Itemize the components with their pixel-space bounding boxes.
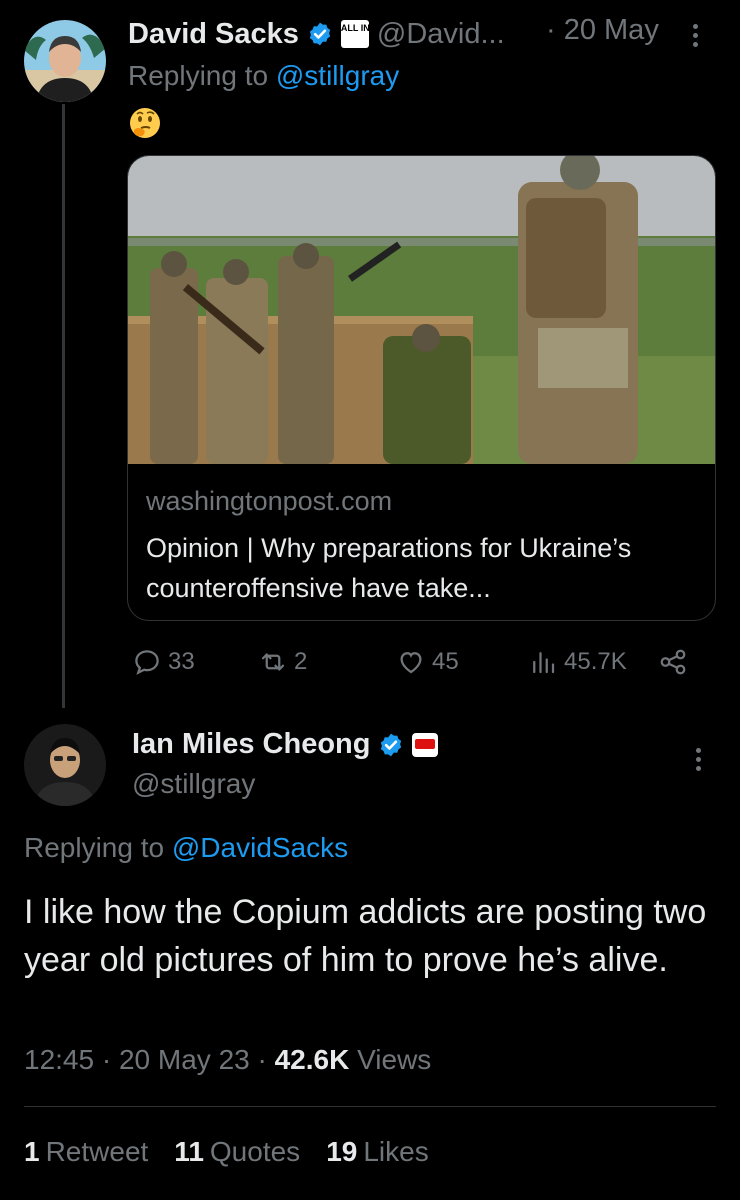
reply-button[interactable]: 33 — [132, 645, 195, 679]
thread-connector-line — [62, 104, 65, 708]
tweet1-author-name[interactable]: David Sacks — [128, 18, 299, 51]
retweet-icon — [261, 653, 285, 671]
avatar-david-sacks[interactable] — [24, 20, 106, 102]
like-button[interactable]: 45 — [396, 645, 459, 679]
tweet1-more-icon[interactable] — [693, 20, 698, 51]
tweet1-action-bar: 33 2 45 45.7K — [128, 645, 718, 679]
tweet2-views-label: Views — [357, 1044, 432, 1075]
tweet2-author-name-text: Ian Miles Cheong — [132, 728, 371, 760]
like-icon — [400, 652, 422, 674]
link-preview-card[interactable]: washingtonpost.com Opinion | Why prepara… — [127, 155, 716, 621]
tweet2-meta: 12:45 · 20 May 23 · 42.6K Views — [24, 1044, 432, 1075]
all-in-badge-icon: ALL IN — [340, 20, 370, 48]
views-count: 45.7K — [564, 648, 627, 675]
likes-count: 19 — [326, 1136, 358, 1167]
tweet2-author-name[interactable]: Ian Miles Cheong — [132, 728, 439, 761]
quotes-count: 11 — [174, 1136, 204, 1167]
divider — [24, 1106, 716, 1107]
tweet1-replying-to: Replying to @stillgray — [128, 60, 399, 92]
card-title: Opinion | Why preparations for Ukraine’s… — [146, 533, 632, 603]
verified-icon — [309, 22, 331, 46]
tweet2-date[interactable]: 20 May 23 — [119, 1044, 250, 1075]
replying-to-handle-link[interactable]: @DavidSacks — [172, 832, 348, 863]
replying-to-handle-link[interactable]: @stillgray — [276, 60, 399, 91]
replying-to-label: Replying to — [128, 60, 269, 91]
card-domain: washingtonpost.com — [146, 486, 393, 516]
avatar-ian-miles-cheong[interactable] — [24, 724, 106, 806]
retweet-count: 2 — [294, 648, 308, 675]
news-badge-icon — [412, 732, 439, 757]
tweet2-body-text: I like how the Copium addicts are postin… — [24, 893, 707, 979]
views-button[interactable]: 45.7K — [528, 645, 627, 679]
tweet2-replying-to: Replying to @DavidSacks — [24, 832, 348, 864]
quotes-stat[interactable]: 11 Quotes — [174, 1136, 300, 1168]
tweet2-time[interactable]: 12:45 — [24, 1044, 94, 1075]
tweet2-views-count: 42.6K — [274, 1044, 350, 1075]
quotes-label: Quotes — [209, 1136, 301, 1167]
reply-count: 33 — [168, 648, 195, 675]
tweet1-handle[interactable]: @David... — [377, 18, 505, 51]
tweet1-date[interactable]: · 20 May — [546, 14, 659, 47]
verified-icon — [381, 733, 402, 756]
share-icon — [660, 649, 686, 675]
likes-label: Likes — [363, 1136, 429, 1167]
retweet-button[interactable]: 2 — [258, 645, 307, 679]
retweets-label: Retweet — [45, 1136, 149, 1167]
retweets-count: 1 — [24, 1136, 40, 1167]
tweet2-more-icon[interactable] — [696, 744, 701, 775]
tweet2-engagement-stats: 1 Retweet 11 Quotes 19 Likes — [24, 1136, 429, 1168]
retweets-stat[interactable]: 1 Retweet — [24, 1136, 148, 1168]
thinking-face-emoji — [128, 106, 162, 140]
replying-to-label: Replying to — [24, 832, 165, 863]
share-button[interactable] — [658, 645, 694, 679]
like-count: 45 — [432, 648, 459, 675]
likes-stat[interactable]: 19 Likes — [326, 1136, 429, 1168]
views-icon — [533, 652, 555, 674]
reply-icon — [135, 650, 159, 675]
tweet2-handle[interactable]: @stillgray — [132, 768, 255, 800]
card-photo-soldiers — [128, 156, 715, 464]
